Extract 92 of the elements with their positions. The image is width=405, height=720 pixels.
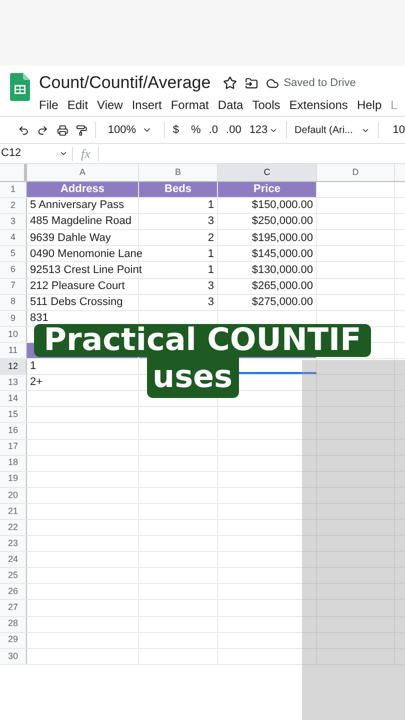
table-cell-text: 2+: [30, 375, 43, 390]
row-number[interactable]: 3: [0, 214, 27, 230]
row-number[interactable]: 24: [0, 552, 27, 568]
table-cell-text: 831: [30, 311, 48, 326]
table-cell-text: 1: [30, 359, 36, 374]
name-box[interactable]: C12: [0, 145, 72, 162]
table-cell-text: $130,000.00: [252, 262, 313, 278]
row-number[interactable]: 27: [0, 600, 27, 616]
table-cell-text: 5 Anniversary Pass: [30, 198, 124, 214]
row-number[interactable]: 15: [0, 407, 27, 422]
row-number[interactable]: 16: [0, 423, 27, 438]
cloud-icon: [266, 76, 279, 90]
row-number[interactable]: 10: [0, 326, 27, 342]
font-dropdown[interactable]: Default (Ari...: [294, 122, 370, 138]
menu-item[interactable]: Extensions: [289, 96, 348, 114]
table-cell-text: 1: [208, 246, 214, 262]
table-cell-text: $275,000.00: [252, 294, 313, 310]
menu-item[interactable]: File: [39, 96, 58, 114]
table-cell-text: 3: [208, 278, 214, 294]
number-format-dropdown[interactable]: 123: [249, 122, 278, 138]
row-number[interactable]: 5: [0, 246, 27, 262]
fx-label: fx: [80, 144, 92, 163]
row-number[interactable]: 25: [0, 568, 27, 584]
column-header[interactable]: D: [317, 164, 395, 181]
zoom-dropdown[interactable]: 100%: [104, 122, 156, 138]
row-number[interactable]: 28: [0, 616, 27, 632]
table-cell-text: $265,000.00: [252, 278, 313, 294]
table-cell-text: 3: [208, 214, 214, 230]
menu-item[interactable]: View: [97, 96, 123, 114]
row-number[interactable]: 1: [0, 182, 27, 198]
folder-icon[interactable]: [244, 76, 258, 90]
table-cell-text: $195,000.00: [252, 230, 313, 246]
table-cell-text: $145,000.00: [252, 246, 313, 262]
row-number[interactable]: 23: [0, 536, 27, 552]
caption-title: Practical COUNTIF: [34, 324, 372, 357]
currency-button[interactable]: $: [172, 122, 180, 138]
row-number[interactable]: 13: [0, 375, 27, 390]
row-number[interactable]: 12: [0, 359, 27, 374]
column-header[interactable]: C: [218, 164, 317, 181]
row-number[interactable]: 14: [0, 391, 27, 406]
table-cell-text: 2: [208, 230, 214, 246]
table-cell-text: 3: [208, 294, 214, 310]
table-cell-text: $150,000.00: [252, 198, 313, 214]
header-cell-text: Beds: [164, 182, 192, 198]
menu-item[interactable]: Insert: [132, 96, 162, 114]
menu-item[interactable]: Tools: [252, 96, 280, 114]
increase-decimals-button[interactable]: .00: [226, 122, 242, 138]
font-size-field[interactable]: 10: [392, 122, 405, 138]
table-cell-text: 1: [208, 198, 214, 214]
table-cell-text: 485 Magdeline Road: [30, 214, 132, 230]
table-cell-text: $250,000.00: [252, 214, 313, 230]
row-number[interactable]: 9: [0, 310, 27, 326]
print-icon[interactable]: [56, 124, 68, 136]
save-status: Saved to Drive: [284, 76, 356, 91]
row-number[interactable]: 4: [0, 230, 27, 246]
row-number[interactable]: 8: [0, 294, 27, 310]
row-number[interactable]: 11: [0, 342, 27, 358]
table-cell-text: 511 Debs Crossing: [30, 294, 123, 310]
row-number[interactable]: 6: [0, 262, 27, 278]
row-number[interactable]: 18: [0, 456, 27, 471]
row-number[interactable]: 17: [0, 440, 27, 455]
row-number[interactable]: 21: [0, 504, 27, 519]
menu-item[interactable]: Edit: [67, 96, 88, 114]
redo-icon[interactable]: [37, 124, 49, 136]
column-header[interactable]: A: [27, 164, 139, 181]
caret-icon: [59, 149, 68, 158]
row-number[interactable]: 2: [0, 198, 27, 214]
row-number[interactable]: 29: [0, 632, 27, 648]
decrease-decimals-button[interactable]: .0: [208, 122, 218, 138]
table-cell-text: 1: [208, 262, 214, 278]
percent-button[interactable]: %: [191, 122, 201, 138]
undo-icon[interactable]: [18, 124, 30, 136]
document-title[interactable]: Count/Countif/Average: [39, 72, 211, 94]
menu-item[interactable]: Help: [356, 96, 382, 114]
header-cell-text: Price: [254, 182, 280, 198]
table-cell-text: 9639 Dahle Way: [30, 230, 111, 246]
menu-item[interactable]: Format: [170, 96, 209, 114]
caption-subtitle: uses: [146, 356, 238, 398]
row-number[interactable]: 22: [0, 520, 27, 536]
spreadsheet-logo-icon: [10, 73, 30, 101]
paint-format-icon[interactable]: [76, 124, 88, 136]
row-number[interactable]: 26: [0, 584, 27, 600]
row-number[interactable]: 30: [0, 648, 27, 664]
star-icon[interactable]: [222, 76, 237, 90]
table-cell-text: 0490 Menomonie Lane: [30, 246, 143, 262]
row-number[interactable]: 19: [0, 472, 27, 487]
row-number[interactable]: 7: [0, 278, 27, 294]
table-cell-text: 92513 Crest Line Point: [30, 262, 142, 278]
table-cell-text: 212 Pleasure Court: [30, 278, 125, 294]
row-number[interactable]: 20: [0, 488, 27, 503]
menu-item[interactable]: Data: [218, 96, 244, 114]
header-cell-text: Address: [60, 182, 105, 198]
